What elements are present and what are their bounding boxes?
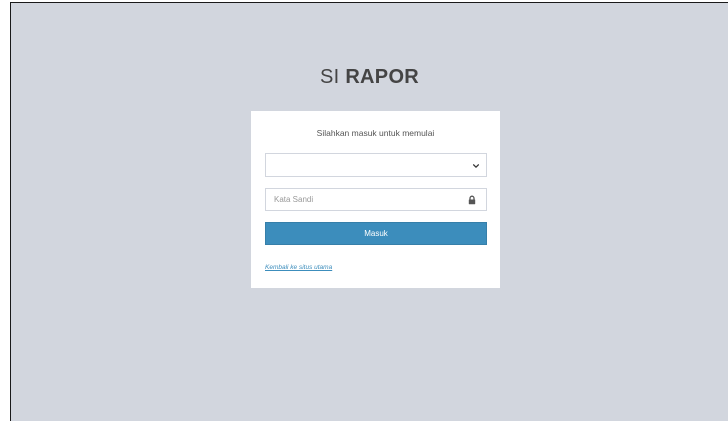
logo-bold-text: RAPOR [345, 66, 420, 88]
username-select[interactable] [265, 153, 487, 177]
back-to-main-site-link[interactable]: Kembali ke situs utama [265, 264, 332, 271]
page-background: SI RAPOR Silahkan masuk untuk memulai Ma… [10, 2, 728, 421]
password-input[interactable] [266, 189, 464, 210]
login-message: Silahkan masuk untuk memulai [316, 128, 435, 138]
login-box: Silahkan masuk untuk memulai Masuk Kemba… [251, 111, 500, 288]
logo-light-text: SI [319, 66, 346, 88]
app-logo: SI RAPOR [11, 66, 728, 89]
password-field [265, 188, 487, 211]
chevron-down-icon [472, 164, 480, 168]
login-button[interactable]: Masuk [265, 222, 487, 245]
lock-icon [468, 195, 476, 205]
